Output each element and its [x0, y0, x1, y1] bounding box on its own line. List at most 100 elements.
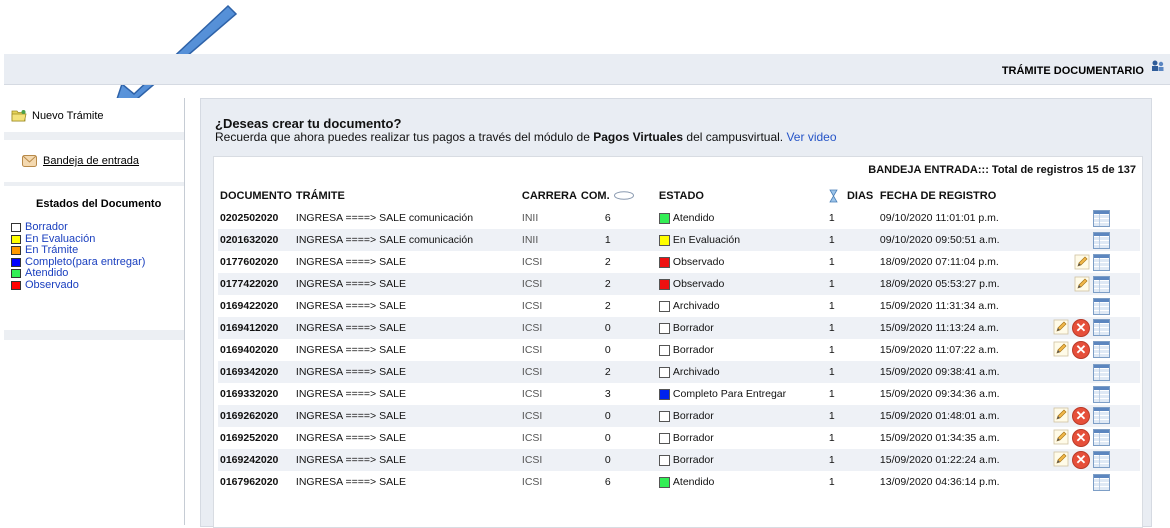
career-code: ICSI	[521, 476, 543, 488]
view-details-icon[interactable]	[1093, 429, 1110, 446]
row-actions: ✕	[1042, 317, 1140, 339]
table-row[interactable]: 0169342020 INGRESA ====> SALE ICSI 2 Archiva…	[218, 361, 1140, 383]
status-label: En Evaluación	[672, 234, 741, 246]
status-label: Archivado	[672, 366, 720, 378]
delete-icon[interactable]: ✕	[1072, 429, 1090, 447]
days-count: 1	[826, 229, 878, 251]
career-code: ICSI	[519, 449, 579, 471]
row-actions: ✕	[1042, 405, 1140, 427]
table-row[interactable]: 0169402020 INGRESA ====> SALE ICSI 0 Borrado…	[218, 339, 1140, 361]
col-documento: DOCUMENTO	[220, 190, 292, 202]
days-count: 1	[826, 317, 878, 339]
view-details-icon[interactable]	[1093, 275, 1110, 293]
edit-icon[interactable]	[1074, 254, 1090, 270]
status-swatch	[658, 322, 670, 334]
edit-icon[interactable]	[1053, 407, 1069, 423]
table-row[interactable]: 0169332020 INGRESA ====> SALE ICSI 3 Complet…	[218, 383, 1140, 405]
row-actions	[1043, 383, 1140, 405]
delete-icon[interactable]: ✕	[1072, 451, 1090, 469]
row-actions: ✕	[1043, 339, 1140, 361]
table-row[interactable]: 0167962020 INGRESA ====> SALE ICSI 6 Atendid…	[218, 471, 1140, 493]
registration-date: 15/09/2020 01:22:24 a.m.	[877, 449, 1043, 471]
document-number: 0177422020	[218, 273, 294, 295]
view-details-icon[interactable]	[1093, 253, 1110, 271]
table-row[interactable]: 0169262020 INGRESA ====> SALE ICSI 0 Borrado…	[218, 405, 1140, 427]
career-code: INII	[521, 212, 539, 224]
career-code: ICSI	[521, 300, 543, 312]
col-actions	[1043, 185, 1140, 207]
edit-icon[interactable]	[1053, 341, 1069, 357]
document-number: 0169412020	[218, 317, 294, 339]
view-details-icon[interactable]	[1093, 209, 1110, 227]
row-actions	[1042, 273, 1140, 295]
new-procedure-label: Nuevo Trámite	[32, 109, 104, 122]
view-details-icon[interactable]	[1093, 363, 1110, 381]
career-code: ICSI	[521, 344, 543, 356]
status-label: Atendido	[672, 212, 715, 224]
new-procedure-link[interactable]: Nuevo Trámite	[11, 109, 104, 122]
edit-icon[interactable]	[1074, 276, 1090, 292]
table-row[interactable]: 0169412020 INGRESA ====> SALE ICSI 0 Borrado…	[218, 317, 1140, 339]
sidebar-footer	[4, 330, 184, 340]
view-details-icon[interactable]	[1093, 297, 1110, 315]
records-count: BANDEJA ENTRADA::: Total de registros 15…	[868, 164, 1136, 176]
career-code: ICSI	[519, 405, 579, 427]
registration-date: 15/09/2020 01:34:35 a.m.	[879, 432, 1000, 444]
legend-item: Borrador	[11, 221, 145, 234]
notice-bold: Pagos Virtuales	[593, 130, 684, 144]
legend-label: En Trámite	[25, 244, 79, 256]
edit-icon[interactable]	[1053, 319, 1069, 335]
status-cell: Borrador	[657, 339, 827, 361]
view-details-icon[interactable]	[1093, 385, 1110, 403]
comments-count: 2	[578, 273, 657, 295]
inbox-link[interactable]: Bandeja de entrada	[22, 155, 139, 167]
registration-date: 18/09/2020 07:11:04 p.m.	[879, 256, 999, 268]
col-dias-label: DIAS	[846, 189, 874, 202]
comments-count: 6	[604, 476, 611, 488]
legend-swatch	[11, 280, 21, 290]
comment-icon	[613, 191, 634, 200]
delete-icon[interactable]: ✕	[1072, 341, 1090, 359]
delete-icon[interactable]: ✕	[1072, 407, 1090, 425]
view-details-icon[interactable]	[1093, 231, 1110, 249]
table-row[interactable]: 0202502020 INGRESA ====> SALE comunicació…	[218, 207, 1140, 229]
view-details-icon[interactable]	[1093, 319, 1110, 336]
days-count: 1	[828, 256, 835, 268]
row-actions: ✕	[1042, 449, 1140, 471]
table-row[interactable]: 0169242020 INGRESA ====> SALE ICSI 0 Borrado…	[218, 449, 1140, 471]
days-count: 1	[828, 388, 835, 400]
inbox-table: DOCUMENTO TRÁMITE CARRERA COM. ESTADO DI…	[218, 185, 1140, 493]
view-details-icon[interactable]	[1093, 341, 1110, 358]
watch-video-link[interactable]: Ver video	[786, 130, 836, 144]
module-title: TRÁMITE DOCUMENTARIO	[1001, 65, 1144, 77]
view-details-icon[interactable]	[1093, 473, 1110, 491]
col-carrera: CARRERA	[521, 190, 577, 202]
career-code: ICSI	[519, 273, 579, 295]
comments-count: 2	[604, 256, 611, 268]
procedure-name: INGRESA ====> SALE	[295, 300, 406, 312]
table-row[interactable]: 0201632020 INGRESA ====> SALE comunicació…	[218, 229, 1140, 251]
registration-date: 09/10/2020 09:50:51 a.m.	[877, 229, 1043, 251]
status-label: Borrador	[672, 410, 714, 422]
divider	[4, 132, 184, 140]
status-cell: Observado	[657, 251, 827, 273]
table-row[interactable]: 0177422020 INGRESA ====> SALE ICSI 2 Observa…	[218, 273, 1140, 295]
table-row[interactable]: 0169422020 INGRESA ====> SALE ICSI 2 Archiva…	[218, 295, 1140, 317]
view-details-icon[interactable]	[1093, 407, 1110, 424]
status-cell: Archivado	[657, 295, 827, 317]
delete-icon[interactable]: ✕	[1072, 319, 1090, 337]
view-details-icon[interactable]	[1093, 451, 1110, 468]
procedure-name: INGRESA ====> SALE	[293, 361, 520, 383]
status-label: Borrador	[672, 432, 714, 444]
table-row[interactable]: 0177602020 INGRESA ====> SALE ICSI 2 Observa…	[218, 251, 1140, 273]
edit-icon[interactable]	[1053, 429, 1069, 445]
status-label: Observado	[672, 256, 725, 268]
edit-icon[interactable]	[1053, 451, 1069, 467]
registration-date: 18/09/2020 05:53:27 p.m.	[877, 273, 1043, 295]
status-cell: Atendido	[657, 471, 827, 493]
document-number: 0169242020	[218, 449, 294, 471]
table-row[interactable]: 0169252020 INGRESA ====> SALE ICSI 0 Borrado…	[218, 427, 1140, 449]
status-swatch	[658, 388, 670, 400]
status-swatch	[658, 256, 670, 268]
status-label: Observado	[672, 278, 725, 290]
